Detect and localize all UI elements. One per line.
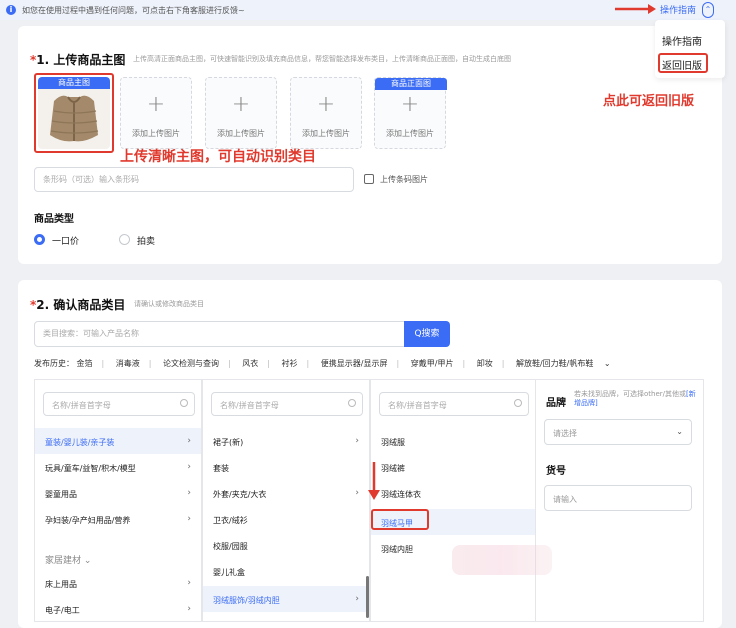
barcode-image-icon — [364, 174, 374, 184]
chevron-right-icon: › — [187, 462, 191, 472]
operation-guide-link[interactable]: 操作指南 — [660, 3, 696, 16]
category-column-2: 名称/拼音首字母 裙子(新) › 套装 外套/夹克/大衣 › 卫衣/绒衫 校服/园服… — [202, 379, 370, 622]
brand-select[interactable]: 请选择 ⌄ — [544, 419, 692, 445]
upload-tile-1[interactable]: + 添加上传图片 — [120, 77, 192, 149]
section2-description: 请确认或修改商品类目 — [134, 300, 204, 308]
category-item[interactable]: 外套/夹克/大衣 › — [203, 480, 369, 506]
category-item[interactable]: 羽绒服饰/羽绒内胆 › — [203, 586, 369, 612]
chevron-right-icon: › — [187, 578, 191, 588]
search-icon — [514, 399, 522, 407]
history-label: 发布历史： — [34, 359, 74, 368]
plus-icon: + — [231, 92, 251, 117]
plus-icon: + — [400, 92, 420, 117]
history-item[interactable]: 穿戴甲/甲片 — [411, 359, 454, 368]
blurred-overlay — [452, 545, 552, 575]
column-1-search[interactable]: 名称/拼音首字母 — [43, 392, 195, 416]
category-item[interactable]: 童装/婴儿装/亲子装 › — [35, 428, 201, 454]
info-icon: i — [6, 5, 16, 15]
category-item[interactable]: 电子/电工 › — [35, 596, 201, 621]
history-item[interactable]: 解放鞋/回力鞋/帆布鞋 — [516, 359, 593, 368]
product-type-label: 商品类型 — [34, 214, 74, 225]
history-more-icon[interactable]: ⌄ — [604, 359, 611, 368]
red-arrow-icon — [615, 4, 656, 14]
category-item[interactable]: 玩具/童车/益智/积木/模型 › — [35, 454, 201, 480]
main-image-tile[interactable]: 商品主图 — [38, 77, 110, 149]
history-item[interactable]: 便携显示器/显示屏 — [321, 359, 388, 368]
radio-fixed-price[interactable] — [34, 234, 45, 245]
category-column-1: 名称/拼音首字母 童装/婴儿装/亲子装 › 玩具/童车/益智/积木/模型 › 婴童用… — [34, 379, 202, 622]
column-2-scrollbar[interactable] — [366, 576, 369, 618]
chevron-right-icon: › — [355, 488, 359, 498]
main-image-badge: 商品主图 — [38, 77, 110, 89]
plus-icon: + — [316, 92, 336, 117]
brand-hint: 若未找到品牌，可选择other/其他或[新增品牌] — [574, 390, 696, 407]
section1-description: 上传高清正面商品主图，可快速智能识别及填充商品信息，帮您智能选择发布类目，上传清… — [133, 55, 511, 63]
history-item[interactable]: 衬衫 — [282, 359, 298, 368]
menu-item-guide[interactable]: 操作指南 — [662, 33, 702, 48]
chevron-right-icon: › — [187, 436, 191, 446]
category-item[interactable]: 羽绒连体衣 — [371, 480, 535, 506]
section1-title: *1. 上传商品主图 — [30, 53, 126, 67]
history-item[interactable]: 消毒液 — [116, 359, 140, 368]
notice-text: 如您在使用过程中遇到任何问题，可点击右下角客服进行反馈~ — [22, 6, 245, 15]
category-item[interactable]: 卫衣/绒衫 — [203, 506, 369, 532]
menu-item-old-version[interactable]: 返回旧版 — [662, 57, 702, 72]
category-item[interactable]: 婴童用品 › — [35, 480, 201, 506]
search-icon — [180, 399, 188, 407]
radio-fixed-price-label: 一口价 — [52, 237, 80, 247]
history-item[interactable]: 风衣 — [242, 359, 258, 368]
upload-tile-front[interactable]: 商品正面图 + 添加上传图片 — [374, 77, 447, 149]
category-item[interactable]: 校服/园服 — [203, 532, 369, 558]
attribute-panel: 品牌 若未找到品牌，可选择other/其他或[新增品牌] 请选择 ⌄ 货号 请输入 — [536, 379, 704, 622]
upload-tile-2[interactable]: + 添加上传图片 — [205, 77, 277, 149]
barcode-upload-link[interactable]: 上传条码图片 — [380, 174, 428, 185]
plus-icon: + — [146, 92, 166, 117]
chevron-right-icon: › — [355, 436, 359, 446]
history-item[interactable]: 卸妆 — [477, 359, 493, 368]
history-item[interactable]: 金箔 — [77, 359, 93, 368]
upload-tile-3[interactable]: + 添加上传图片 — [290, 77, 362, 149]
chevron-down-icon: ⌄ — [676, 427, 683, 436]
chevron-right-icon: › — [187, 514, 191, 524]
category-column-3: 名称/拼音首字母 羽绒服 羽绒裤 羽绒连体衣 羽绒马甲 羽绒内胆 — [370, 379, 536, 622]
old-version-annotation: 点此可返回旧版 — [603, 94, 695, 109]
publish-history: 发布历史： 金箔 | 消毒液 | 论文检测与查询 | 风衣 | 衬衫 | 便携显示器/显示… — [34, 359, 611, 368]
search-icon — [348, 399, 356, 407]
column-2-search[interactable]: 名称/拼音首字母 — [211, 392, 363, 416]
category-item[interactable]: 羽绒裤 — [371, 454, 535, 480]
vest-product-image — [50, 95, 99, 142]
column-3-search[interactable]: 名称/拼音首字母 — [379, 392, 529, 416]
category-item[interactable]: 孕妇装/孕产妇用品/营养 › — [35, 506, 201, 532]
sku-input[interactable]: 请输入 — [544, 485, 692, 511]
radio-auction[interactable] — [119, 234, 130, 245]
main-image-annotation: 上传清晰主图，可自动识别类目 — [120, 149, 316, 165]
history-item[interactable]: 论文检测与查询 — [163, 359, 219, 368]
red-arrow-down-icon — [368, 462, 380, 500]
collapse-toggle-button[interactable]: ⌃ — [702, 2, 714, 18]
barcode-input[interactable]: 条形码（可选）输入条形码 — [34, 167, 354, 192]
category-search-input[interactable]: 类目搜索：可输入产品名称 — [34, 321, 406, 347]
chevron-right-icon: › — [355, 594, 359, 604]
category-item[interactable]: 婴儿礼盒 — [203, 558, 369, 584]
chevron-right-icon: › — [187, 604, 191, 614]
section2-title: *2. 确认商品类目 — [30, 298, 126, 312]
category-item[interactable]: 羽绒服 — [371, 428, 535, 454]
category-search-button[interactable]: Q搜索 — [404, 321, 450, 347]
category-item[interactable]: 裙子(新) › — [203, 428, 369, 454]
chevron-right-icon: › — [187, 488, 191, 498]
category-group-header: 家居建材 ⌄ — [45, 556, 92, 566]
radio-auction-label: 拍卖 — [137, 237, 156, 247]
category-item[interactable]: 床上用品 › — [35, 570, 201, 596]
front-image-badge: 商品正面图 — [375, 78, 447, 90]
category-item[interactable]: 套装 — [203, 454, 369, 480]
selected-category-highlight — [371, 509, 429, 530]
brand-label: 品牌 — [546, 398, 566, 409]
sku-label: 货号 — [546, 466, 566, 477]
